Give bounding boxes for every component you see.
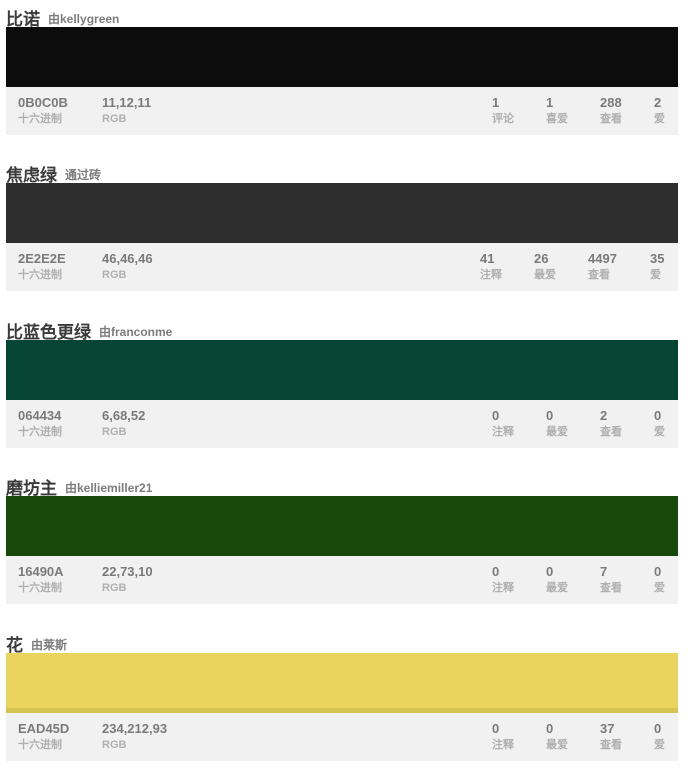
hex-value: 16490A 十六进制 xyxy=(18,564,64,594)
favorites-stat[interactable]: 0 最爱 xyxy=(546,408,568,440)
favorites-stat[interactable]: 26 最爱 xyxy=(534,251,556,283)
color-entry: 比诺 由kellygreen 0B0C0B 十六进制 11,12,11 RGB 1 评论… xyxy=(6,2,678,135)
entry-header: 比诺 由kellygreen xyxy=(6,2,678,30)
color-swatch[interactable] xyxy=(6,27,678,87)
hex-value: 064434 十六进制 xyxy=(18,408,62,438)
author-link[interactable]: 由kellygreen xyxy=(48,12,119,26)
views-stat: 288 查看 xyxy=(600,95,622,125)
author-link[interactable]: 由franconme xyxy=(99,325,172,339)
loves-stat[interactable]: 0爱 xyxy=(654,408,665,440)
views-stat: 37 查看 xyxy=(600,721,622,751)
loves-stat[interactable]: 0爱 xyxy=(654,721,665,753)
loves-stat[interactable]: 35 爱 xyxy=(650,251,664,283)
rgb-value: 22,73,10 RGB xyxy=(102,564,153,594)
author-link[interactable]: 由kelliemiller21 xyxy=(65,481,152,495)
loves-stat[interactable]: 2爱 xyxy=(654,95,665,127)
color-info-bar: 16490A 十六进制 22,73,10 RGB 0 注释 0 最爱 7 查看 0爱 xyxy=(6,556,678,604)
color-info-bar: 2E2E2E 十六进制 46,46,46 RGB 41 注释 26 最爱 4497 查看 … xyxy=(6,243,678,291)
comments-stat[interactable]: 1 评论 xyxy=(492,95,514,127)
color-entry: 磨坊主 由kelliemiller21 16490A 十六进制 22,73,10 RG… xyxy=(6,471,678,604)
color-swatch[interactable] xyxy=(6,653,678,713)
rgb-value: 11,12,11 RGB xyxy=(102,95,152,125)
color-swatch[interactable] xyxy=(6,183,678,243)
hex-value: 2E2E2E 十六进制 xyxy=(18,251,66,281)
color-info-bar: 0B0C0B 十六进制 11,12,11 RGB 1 评论 1 喜爱 288 查看 2爱 xyxy=(6,87,678,135)
color-info-bar: EAD45D 十六进制 234,212,93 RGB 0 注释 0 最爱 37 查看 0爱 xyxy=(6,713,678,761)
rgb-value: 6,68,52 RGB xyxy=(102,408,146,438)
color-entry: 焦虑绿 通过砖 2E2E2E 十六进制 46,46,46 RGB 41 注释 26 最爱 … xyxy=(6,158,678,291)
entry-header: 比蓝色更绿 由franconme xyxy=(6,315,678,343)
comments-stat[interactable]: 0 注释 xyxy=(492,564,514,596)
favorites-stat[interactable]: 0 最爱 xyxy=(546,564,568,596)
color-swatch[interactable] xyxy=(6,496,678,556)
color-info-bar: 064434 十六进制 6,68,52 RGB 0 注释 0 最爱 2 查看 0爱 xyxy=(6,400,678,448)
rgb-value: 46,46,46 RGB xyxy=(102,251,153,281)
views-stat: 4497 查看 xyxy=(588,251,617,281)
color-swatch[interactable] xyxy=(6,340,678,400)
author-link[interactable]: 由莱斯 xyxy=(31,638,67,652)
comments-stat[interactable]: 0 注释 xyxy=(492,721,514,753)
favorites-stat[interactable]: 0 最爱 xyxy=(546,721,568,753)
views-stat: 2 查看 xyxy=(600,408,622,438)
views-stat: 7 查看 xyxy=(600,564,622,594)
color-entry: 比蓝色更绿 由franconme 064434 十六进制 6,68,52 RGB 0注… xyxy=(6,315,678,448)
entry-header: 磨坊主 由kelliemiller21 xyxy=(6,471,678,499)
loves-stat[interactable]: 0爱 xyxy=(654,564,665,596)
hex-value: EAD45D 十六进制 xyxy=(18,721,70,751)
color-entry: 花由莱斯 EAD45D 十六进制 234,212,93 RGB 0 注释 0 最爱 37… xyxy=(6,628,678,761)
comments-stat[interactable]: 0 注释 xyxy=(492,408,514,440)
favorites-stat[interactable]: 1 喜爱 xyxy=(546,95,568,127)
comments-stat[interactable]: 41 注释 xyxy=(480,251,502,283)
author-link[interactable]: 通过砖 xyxy=(65,168,101,182)
color-list: 比诺 由kellygreen 0B0C0B 十六进制 11,12,11 RGB 1 评论… xyxy=(0,0,690,769)
hex-value: 0B0C0B 十六进制 xyxy=(18,95,68,125)
entry-header: 花由莱斯 xyxy=(6,628,678,656)
entry-header: 焦虑绿 通过砖 xyxy=(6,158,678,186)
rgb-value: 234,212,93 RGB xyxy=(102,721,168,751)
